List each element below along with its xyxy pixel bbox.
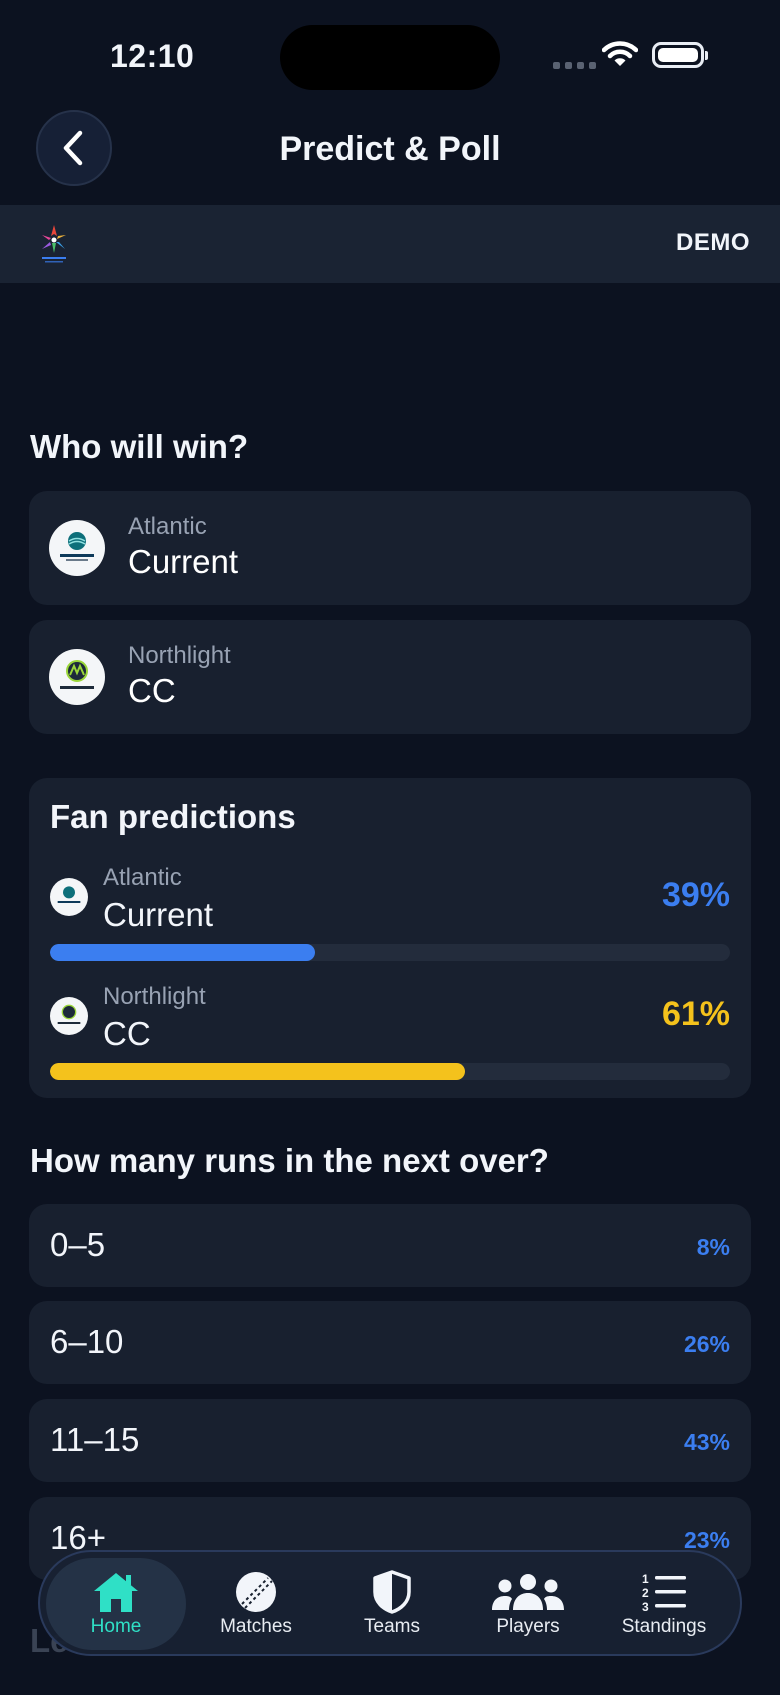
atlantic-current-logo-icon — [50, 878, 88, 916]
tab-home[interactable]: Home — [46, 1558, 186, 1650]
fan-predictions-title: Fan predictions — [50, 798, 296, 835]
demo-badge: DEMO — [676, 229, 750, 256]
tab-label: Home — [90, 1616, 142, 1637]
home-icon — [94, 1573, 138, 1612]
tab-label: Players — [496, 1616, 560, 1637]
cricket-ball-icon — [236, 1572, 276, 1612]
status-bar: 12:10 — [0, 0, 780, 110]
runs-option-label: 11–15 — [50, 1421, 140, 1458]
shield-icon — [373, 1570, 411, 1614]
battery-icon — [652, 42, 708, 68]
svg-text:2: 2 — [642, 1586, 649, 1600]
dynamic-island — [280, 25, 500, 90]
fan-team-line2: Current — [103, 896, 214, 933]
fan-prediction-percent: 61% — [661, 995, 730, 1033]
sponsor-banner[interactable]: DEMO — [0, 205, 780, 283]
runs-option-6-10[interactable]: 6–10 26% — [29, 1301, 751, 1384]
northlight-cc-logo-icon — [49, 649, 105, 705]
fan-prediction-percent: 39% — [661, 876, 730, 914]
northlight-cc-logo-icon — [50, 997, 88, 1035]
atlantic-current-logo-icon — [49, 520, 105, 576]
wifi-icon — [602, 41, 638, 66]
numbered-list-icon: 1 2 3 — [642, 1572, 686, 1612]
who-will-win-title: Who will win? — [30, 428, 249, 465]
team-name-line1: Northlight — [128, 642, 231, 669]
runs-option-0-5[interactable]: 0–5 8% — [29, 1204, 751, 1287]
tab-standings[interactable]: 1 2 3 Standings — [594, 1558, 734, 1650]
runs-option-percent: 26% — [683, 1331, 730, 1357]
cellular-signal-icon — [553, 62, 596, 69]
team-name-line2: CC — [128, 672, 176, 709]
sponsor-logo-icon — [42, 225, 66, 263]
tab-label: Standings — [621, 1616, 707, 1637]
fan-team-line2: CC — [103, 1015, 151, 1052]
tab-label: Matches — [220, 1616, 292, 1637]
fan-prediction-bar-fill — [50, 1063, 465, 1080]
svg-text:1: 1 — [642, 1572, 649, 1586]
fan-team-line1: Northlight — [103, 983, 206, 1010]
fan-predictions-card: Fan predictions Atlantic Current 39% Nor… — [29, 778, 751, 1098]
runs-option-percent: 43% — [683, 1429, 730, 1455]
fan-prediction-bar-fill — [50, 944, 316, 961]
runs-option-label: 6–10 — [50, 1323, 124, 1360]
page-title: Predict & Poll — [279, 130, 501, 168]
people-icon — [492, 1574, 564, 1610]
status-time: 12:10 — [110, 38, 195, 74]
fan-prediction-bar-track — [50, 1063, 730, 1080]
team-name-line1: Atlantic — [128, 513, 207, 540]
team-name-line2: Current — [128, 543, 239, 580]
nav-header: Predict & Poll — [0, 110, 780, 206]
bottom-tab-bar: Home Matches Teams Players 1 2 3 Standin… — [38, 1550, 742, 1656]
tab-teams[interactable]: Teams — [322, 1558, 462, 1650]
fan-team-line1: Atlantic — [103, 864, 182, 891]
team-option-atlantic-current[interactable]: Atlantic Current — [29, 491, 751, 605]
fan-prediction-bar-track — [50, 944, 730, 961]
tab-label: Teams — [364, 1616, 420, 1637]
team-option-northlight-cc[interactable]: Northlight CC — [29, 620, 751, 734]
tab-matches[interactable]: Matches — [186, 1558, 326, 1650]
runs-option-11-15[interactable]: 11–15 43% — [29, 1399, 751, 1482]
runs-poll-title: How many runs in the next over? — [30, 1142, 549, 1179]
tab-players[interactable]: Players — [458, 1558, 598, 1650]
runs-option-label: 0–5 — [50, 1226, 106, 1263]
runs-option-percent: 8% — [696, 1234, 730, 1260]
svg-text:3: 3 — [642, 1600, 649, 1612]
